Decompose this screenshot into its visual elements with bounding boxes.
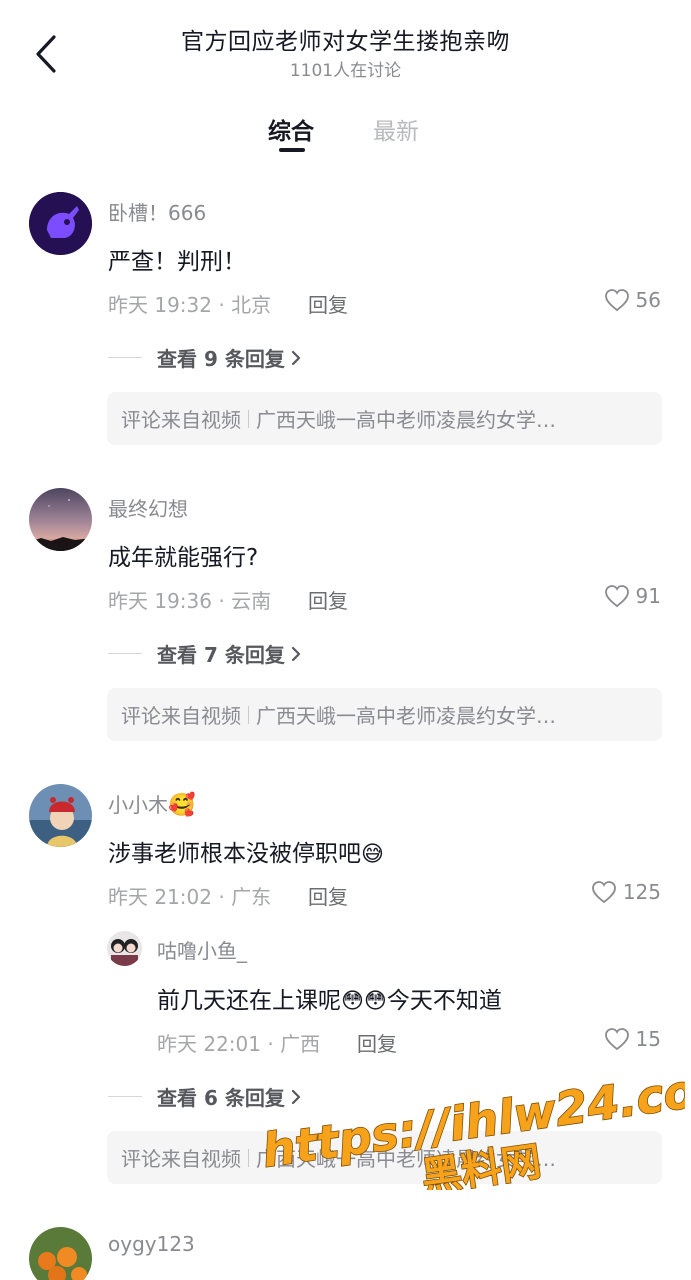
heart-icon	[604, 1028, 629, 1051]
reply-button[interactable]: 回复	[357, 1028, 397, 1057]
source-label: 评论来自视频	[121, 408, 241, 432]
video-source-card[interactable]: 评论来自视频 广西天峨一高中老师凌晨约女学…	[107, 392, 662, 445]
view-replies-label: 查看 7 条回复	[157, 643, 285, 667]
view-replies-label: 查看 6 条回复	[157, 1086, 285, 1110]
like-count: 15	[635, 1027, 661, 1051]
video-source-card[interactable]: 评论来自视频 广西天峨一高中老师凌晨约女学…	[107, 1131, 662, 1184]
comment-text: 涉事老师根本没被停职吧😅	[108, 834, 384, 868]
comment-username[interactable]: 最终幻想	[108, 493, 188, 522]
like-button[interactable]: 125	[591, 880, 661, 904]
like-button[interactable]: 56	[604, 288, 661, 312]
divider	[248, 1148, 249, 1167]
top-bar: 官方回应老师对女学生搂抱亲吻 1101人在讨论	[0, 0, 691, 95]
source-label: 评论来自视频	[121, 1147, 241, 1171]
view-replies-button[interactable]: 查看 6 条回复	[108, 1082, 303, 1111]
discussion-count: 1101人在讨论	[289, 61, 402, 81]
comment-text: 严查！判刑！	[108, 249, 246, 275]
reply-text: 前几天还在上课呢😳😳今天不知道	[157, 981, 502, 1015]
divider-line	[108, 357, 142, 358]
like-count: 125	[622, 880, 661, 904]
comment-time-location: 昨天 21:02 · 广东	[108, 885, 272, 909]
chevron-right-icon	[291, 1089, 300, 1104]
video-source-card[interactable]: 评论来自视频 广西天峨一高中老师凌晨约女学…	[107, 688, 662, 741]
reply-button[interactable]: 回复	[308, 585, 348, 614]
divider-line	[108, 653, 142, 654]
source-video-title: 广西天峨一高中老师凌晨约女学…	[256, 1147, 556, 1171]
reply-button[interactable]: 回复	[308, 289, 348, 318]
view-replies-button[interactable]: 查看 9 条回复	[108, 343, 303, 372]
smiling-hearts-emoji: 🥰	[168, 793, 196, 818]
chevron-right-icon	[291, 646, 300, 661]
avatar[interactable]	[29, 488, 92, 551]
like-count: 56	[635, 288, 661, 312]
heart-icon	[604, 289, 629, 312]
tab-comprehensive[interactable]: 综合	[268, 112, 314, 146]
heart-icon	[591, 881, 616, 904]
avatar[interactable]	[29, 1227, 92, 1280]
comment-username[interactable]: 小小木🥰	[108, 789, 195, 818]
page-title: 官方回应老师对女学生搂抱亲吻	[181, 29, 510, 55]
comment-text-body: 涉事老师根本没被停职吧	[108, 841, 361, 867]
view-replies-label: 查看 9 条回复	[157, 347, 285, 371]
reply-text-body: 前几天还在上课呢	[157, 988, 341, 1014]
source-video-title: 广西天峨一高中老师凌晨约女学…	[256, 704, 556, 728]
comment-time-location: 昨天 19:36 · 云南	[108, 589, 272, 613]
divider	[248, 705, 249, 724]
like-button[interactable]: 91	[604, 584, 661, 608]
source-video-title: 广西天峨一高中老师凌晨约女学…	[256, 408, 556, 432]
comment-username[interactable]: 卧槽！666	[108, 197, 206, 226]
reply-username[interactable]: 咕噜小鱼_	[157, 935, 247, 964]
heart-icon	[604, 585, 629, 608]
like-count: 91	[635, 584, 661, 608]
comment-text: 成年就能强行?	[108, 545, 259, 571]
avatar[interactable]	[29, 192, 92, 255]
reply-text-tail: 今天不知道	[386, 988, 502, 1014]
reply-avatar[interactable]	[107, 931, 142, 966]
tab-bar: 综合 最新	[0, 108, 691, 158]
chevron-right-icon	[291, 350, 300, 365]
avatar[interactable]	[29, 784, 92, 847]
comment-username[interactable]: oygy123	[108, 1232, 195, 1256]
reply-time-location: 昨天 22:01 · 广西	[157, 1032, 321, 1056]
source-label: 评论来自视频	[121, 704, 241, 728]
tab-latest[interactable]: 最新	[373, 112, 419, 146]
username-text: 小小木	[108, 793, 168, 817]
sweat-smile-emoji: 😅	[361, 842, 384, 867]
view-replies-button[interactable]: 查看 7 条回复	[108, 639, 303, 668]
like-button[interactable]: 15	[604, 1027, 661, 1051]
flushed-emoji: 😳😳	[341, 989, 387, 1014]
reply-button[interactable]: 回复	[308, 881, 348, 910]
divider-line	[108, 1096, 142, 1097]
active-tab-indicator	[279, 148, 305, 152]
comment-time-location: 昨天 19:32 · 北京	[108, 293, 272, 317]
divider	[248, 409, 249, 428]
